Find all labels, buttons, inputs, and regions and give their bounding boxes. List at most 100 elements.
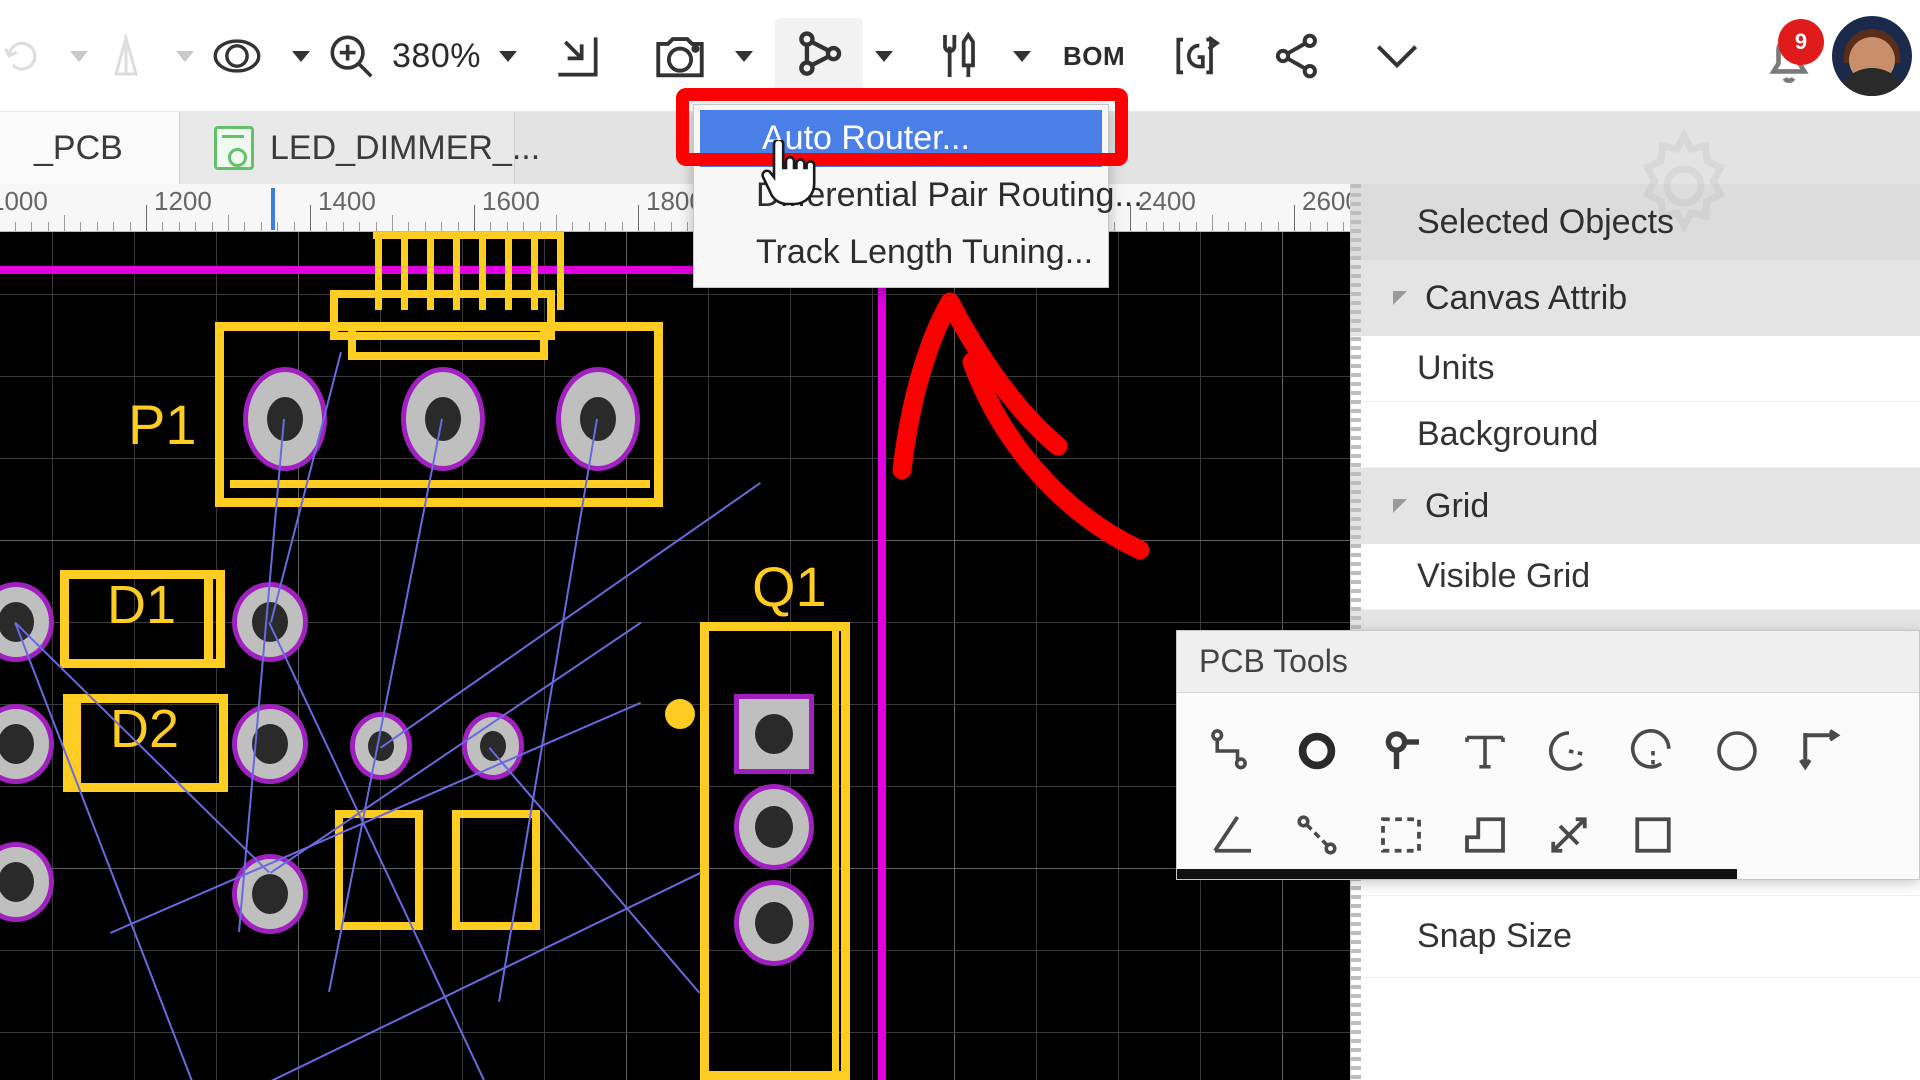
tab-led-dimmer[interactable]: LED_DIMMER_... (180, 112, 540, 184)
gerber-export-icon[interactable] (1155, 18, 1239, 94)
track-tool-icon[interactable] (1191, 709, 1275, 793)
pad-q1-1[interactable] (734, 694, 814, 774)
more-chevron-icon[interactable] (1355, 18, 1439, 94)
ruler-minor-tick (179, 222, 180, 231)
ruler-tick-label: 2600 (1302, 186, 1350, 216)
visibility-caret-icon[interactable] (292, 50, 310, 62)
ratsnest-line (14, 622, 205, 1080)
pad-d2-1[interactable] (0, 704, 54, 784)
ruler-minor-tick (326, 222, 327, 231)
design-rule-icon[interactable] (88, 18, 164, 94)
undo-caret-icon[interactable] (70, 50, 88, 62)
group-grid-label: Grid (1425, 486, 1490, 525)
ruler-minor-tick (277, 222, 278, 231)
gear-watermark-icon (1624, 126, 1744, 246)
ruler-minor-tick (1327, 222, 1328, 231)
select-region-icon[interactable] (1359, 793, 1443, 877)
ruler-major-tick (146, 205, 147, 231)
route-tools-icon[interactable] (774, 18, 863, 94)
angle-tool-icon[interactable] (1191, 793, 1275, 877)
ruler-minor-tick (540, 222, 541, 231)
screenshot-camera-icon[interactable] (637, 18, 723, 94)
board-outline-right (878, 266, 886, 1080)
notification-badge: 9 (1778, 19, 1824, 65)
design-manager-caret-icon[interactable] (1012, 50, 1031, 62)
ruler-minor-tick (244, 222, 245, 231)
line-tool-icon[interactable] (1275, 793, 1359, 877)
ruler-minor-tick (1278, 222, 1279, 231)
ruler-minor-tick (671, 222, 672, 231)
zoom-level-label[interactable]: 380% (382, 18, 487, 94)
pad-d2-2[interactable] (232, 704, 308, 784)
pad-p1-3[interactable] (556, 367, 640, 471)
design-manager-icon[interactable] (917, 18, 1001, 94)
toolbar-right-group: 9 (1752, 0, 1920, 112)
zoom-level-value: 380% (392, 36, 481, 75)
notifications-button[interactable]: 9 (1752, 19, 1826, 93)
row-visible-grid[interactable]: Visible Grid (1351, 544, 1920, 610)
menu-item-track-length-tuning[interactable]: Track Length Tuning... (694, 224, 1108, 281)
ruler-minor-tick (392, 215, 393, 231)
design-rule-caret-icon[interactable] (176, 50, 194, 62)
p1-inner-notch-bar (348, 352, 548, 360)
row-snap-size[interactable]: Snap Size (1351, 896, 1920, 978)
arc-tool-icon[interactable] (1527, 709, 1611, 793)
pad-extra-1[interactable] (0, 842, 54, 922)
ruler-minor-tick (1228, 222, 1229, 231)
via-near-q1[interactable] (665, 699, 695, 729)
ruler-minor-tick (490, 222, 491, 231)
pad-hole (0, 862, 34, 902)
user-avatar[interactable] (1832, 16, 1912, 96)
toolbar-button-group: 380% BOM (0, 0, 1439, 112)
zoom-in-icon[interactable] (310, 18, 382, 94)
copper-area-icon[interactable] (1443, 793, 1527, 877)
arc-alt-tool-icon[interactable] (1611, 709, 1695, 793)
chevron-collapse-icon (1393, 291, 1407, 305)
tab-pcb-truncated[interactable]: _PCB (0, 112, 180, 184)
share-icon[interactable] (1255, 18, 1339, 94)
ruler-tick-label: 1200 (154, 186, 212, 216)
ruler-major-tick (310, 205, 311, 231)
zoom-level-caret-icon[interactable] (498, 50, 517, 62)
ruler-minor-tick (1212, 215, 1213, 231)
ruler-major-tick (1294, 205, 1295, 231)
text-tool-icon[interactable] (1443, 709, 1527, 793)
pcb-canvas[interactable]: P1 D1 D2 Q1 (0, 232, 1350, 1080)
grid-line (0, 868, 1350, 869)
horizontal-ruler[interactable]: 1000120014001600180024002600 (0, 184, 1350, 232)
import-icon[interactable] (535, 18, 619, 94)
measure-tool-icon[interactable] (1527, 793, 1611, 877)
pad-q1-2[interactable] (734, 784, 814, 870)
avatar-body (1835, 68, 1909, 96)
ruler-minor-tick (1146, 222, 1147, 231)
rectangle-tool-icon[interactable] (1611, 793, 1695, 877)
group-grid[interactable]: Grid (1351, 468, 1920, 544)
pad-p1-2[interactable] (401, 367, 485, 471)
tab-led-dimmer-label: LED_DIMMER_... (270, 128, 541, 167)
ruler-minor-tick (1245, 222, 1246, 231)
d1-designator: D1 (107, 575, 177, 635)
circle-tool-icon[interactable] (1695, 709, 1779, 793)
ruler-minor-tick (359, 222, 360, 231)
pad-tool-icon[interactable] (1359, 709, 1443, 793)
visibility-eye-icon[interactable] (194, 18, 280, 94)
group-canvas-attributes[interactable]: Canvas Attrib (1351, 260, 1920, 336)
camera-caret-icon[interactable] (734, 50, 753, 62)
pcb-doc-icon (214, 126, 254, 170)
dimension-tool-icon[interactable] (1779, 709, 1863, 793)
pcb-tools-horizontal-scrollbar[interactable] (1177, 869, 1737, 879)
pad-q1-3[interactable] (734, 880, 814, 966)
via-tool-icon[interactable] (1275, 709, 1359, 793)
ruler-minor-tick (97, 222, 98, 231)
bom-button[interactable]: BOM (1049, 18, 1139, 94)
undo-icon[interactable] (0, 18, 58, 94)
route-tools-caret-icon[interactable] (874, 50, 893, 62)
pad-hole (755, 806, 793, 848)
ruler-minor-tick (80, 222, 81, 231)
ruler-minor-tick (1310, 222, 1311, 231)
row-units[interactable]: Units (1351, 336, 1920, 402)
pad-hole (580, 397, 616, 441)
main-toolbar: 380% BOM 9 (0, 0, 1920, 112)
ruler-minor-tick (622, 222, 623, 231)
row-background[interactable]: Background (1351, 402, 1920, 468)
